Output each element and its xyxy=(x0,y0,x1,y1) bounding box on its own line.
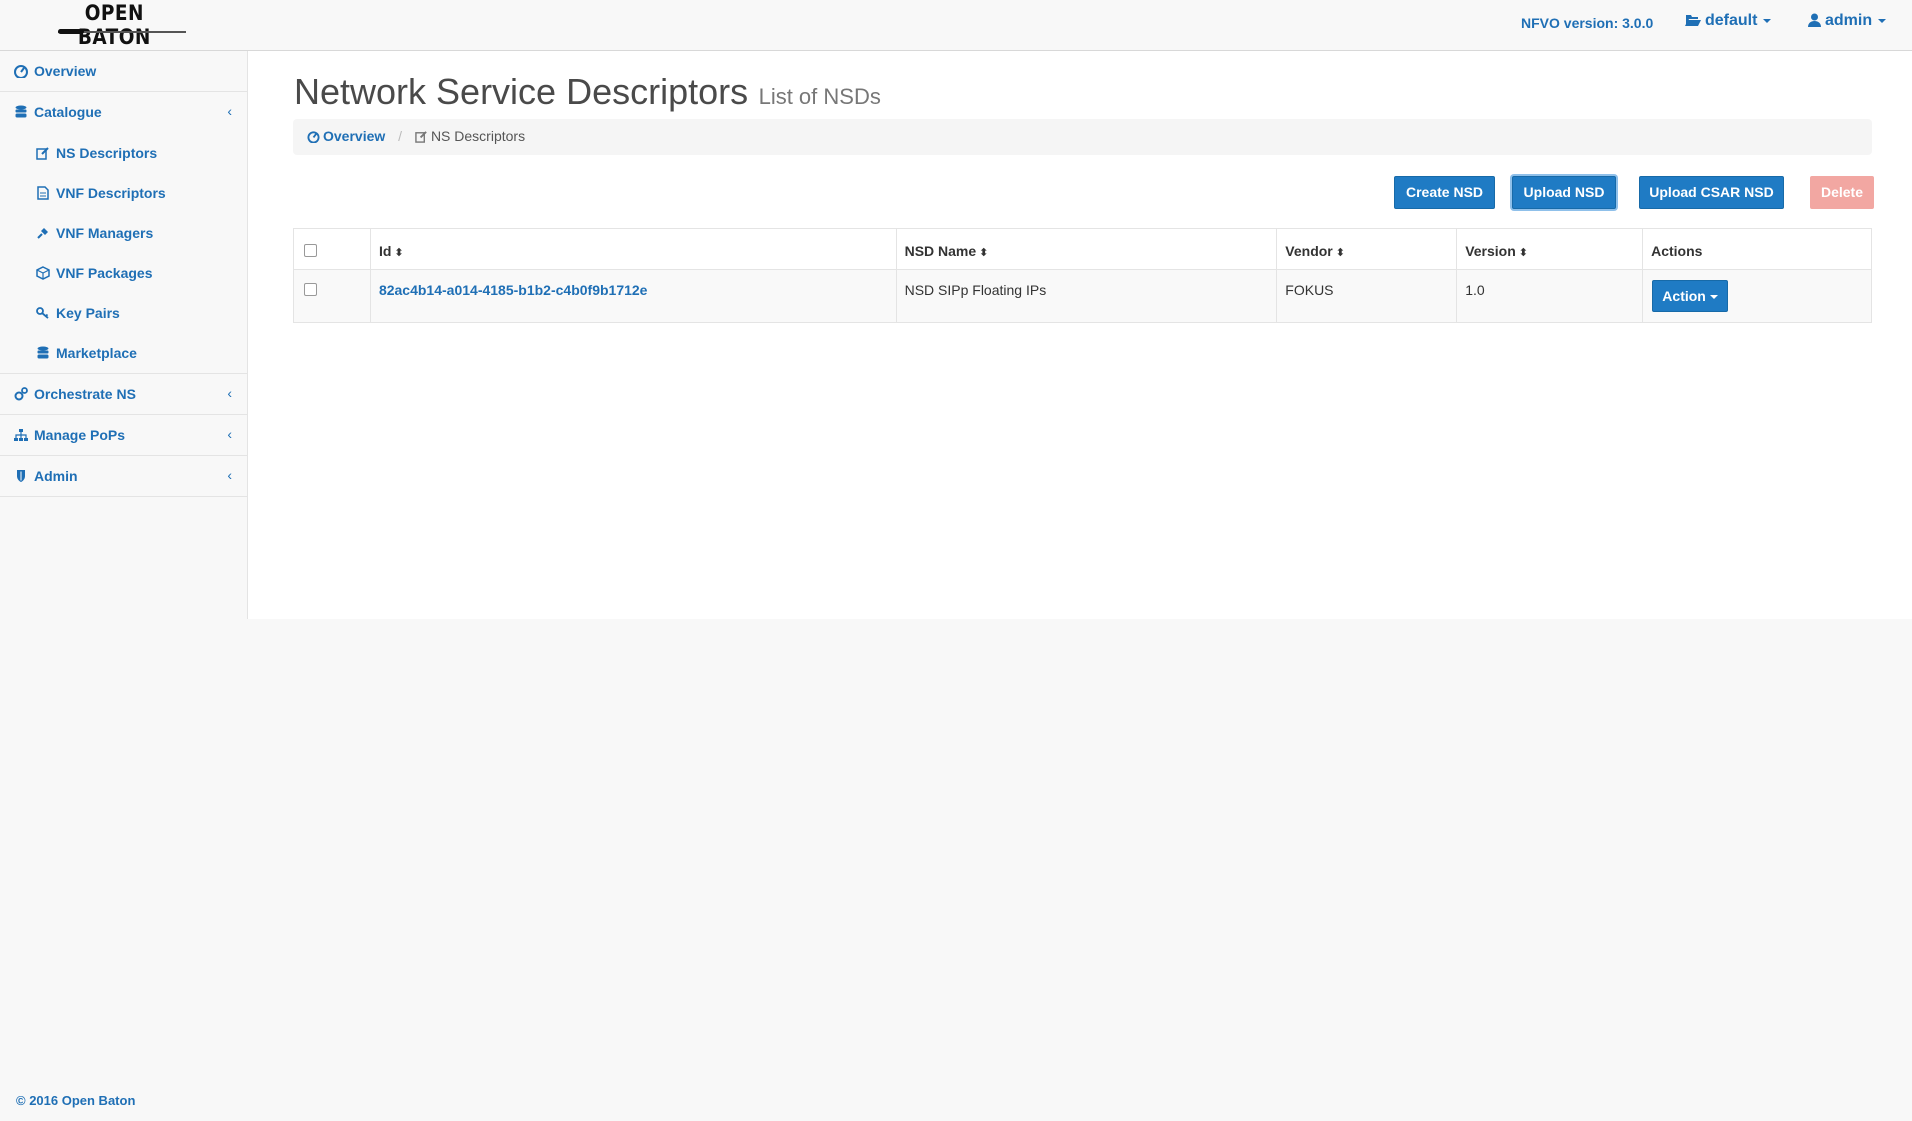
column-header-version[interactable]: Version ⬍ xyxy=(1456,228,1644,270)
column-header-label: NSD Name xyxy=(904,243,977,259)
sidebar-item-label: NS Descriptors xyxy=(56,145,158,161)
row-vendor-cell: FOKUS xyxy=(1276,269,1458,323)
edit-icon xyxy=(36,147,49,160)
catalogue-group: Catalogue ‹ NS Descriptors VNF Descripto… xyxy=(0,92,248,374)
main-content: Network Service Descriptors List of NSDs… xyxy=(247,51,1912,619)
sidebar-item-label: Catalogue xyxy=(34,104,102,120)
database-icon xyxy=(37,346,49,359)
sort-icon: ⬍ xyxy=(1518,247,1528,259)
nsd-table: Id ⬍ NSD Name ⬍ Vendor ⬍ Version ⬍ Actions 8… xyxy=(293,228,1872,323)
select-all-cell xyxy=(293,228,371,270)
brand-logo[interactable]: OPEN BATON xyxy=(58,0,186,49)
action-dropdown-button[interactable]: Action xyxy=(1652,280,1729,312)
project-name: default xyxy=(1705,12,1758,29)
edit-icon xyxy=(415,131,427,143)
sidebar-item-overview[interactable]: Overview xyxy=(0,51,248,92)
sidebar-item-marketplace[interactable]: Marketplace xyxy=(0,333,248,373)
project-dropdown[interactable]: default xyxy=(1685,12,1772,34)
sidebar-item-admin[interactable]: Admin ‹ xyxy=(0,456,248,497)
sidebar-item-ns-descriptors[interactable]: NS Descriptors xyxy=(0,133,248,173)
sidebar: Overview Catalogue ‹ NS Descriptors VNF … xyxy=(0,51,248,497)
sidebar-item-label: Marketplace xyxy=(56,345,137,361)
breadcrumb-current-label: NS Descriptors xyxy=(430,128,526,144)
top-navbar: OPEN BATON NFVO version: 3.0.0 default a… xyxy=(0,0,1912,51)
file-icon xyxy=(37,186,49,200)
key-icon xyxy=(36,307,49,319)
breadcrumb: Overview / NS Descriptors xyxy=(293,119,1872,155)
column-header-vendor[interactable]: Vendor ⬍ xyxy=(1276,228,1458,270)
chevron-left-icon: ‹ xyxy=(227,103,232,119)
caret-down-icon xyxy=(1878,18,1887,23)
plug-icon xyxy=(37,228,48,239)
caret-down-icon xyxy=(1709,295,1718,300)
page-subtitle: List of NSDs xyxy=(758,84,881,109)
select-all-checkbox[interactable] xyxy=(304,244,317,257)
page-header: Network Service Descriptors List of NSDs xyxy=(294,71,881,113)
sidebar-item-manage-pops[interactable]: Manage PoPs ‹ xyxy=(0,415,248,456)
sidebar-item-label: Orchestrate NS xyxy=(34,386,136,402)
dashboard-icon xyxy=(14,65,28,78)
row-checkbox[interactable] xyxy=(304,283,317,296)
sort-icon: ⬍ xyxy=(979,247,989,259)
user-name: admin xyxy=(1825,12,1873,29)
user-icon xyxy=(1808,13,1821,27)
sidebar-item-label: Admin xyxy=(34,468,78,484)
brand-baton-mark xyxy=(58,29,84,34)
upload-csar-nsd-button[interactable]: Upload CSAR NSD xyxy=(1639,176,1784,209)
breadcrumb-overview-link[interactable]: Overview xyxy=(307,128,385,144)
sidebar-item-catalogue[interactable]: Catalogue ‹ xyxy=(0,92,248,133)
footer-copyright[interactable]: © 2016 Open Baton xyxy=(16,1093,135,1108)
sidebar-item-label: VNF Packages xyxy=(56,265,153,281)
delete-button[interactable]: Delete xyxy=(1810,176,1874,209)
sidebar-item-label: Key Pairs xyxy=(56,305,120,321)
column-header-nsd-name[interactable]: NSD Name ⬍ xyxy=(895,228,1278,270)
sidebar-item-vnf-descriptors[interactable]: VNF Descriptors xyxy=(0,173,248,213)
column-header-label: Vendor xyxy=(1285,243,1333,259)
sidebar-item-orchestrate-ns[interactable]: Orchestrate NS ‹ xyxy=(0,374,248,415)
nfvo-version-label: NFVO version: 3.0.0 xyxy=(1521,15,1654,31)
shield-icon xyxy=(17,470,25,482)
breadcrumb-current: NS Descriptors xyxy=(415,128,525,144)
row-id-cell: 82ac4b14-a014-4185-b1b2-c4b0f9b1712e xyxy=(369,269,897,323)
upload-nsd-button[interactable]: Upload NSD xyxy=(1512,176,1616,209)
sort-icon: ⬍ xyxy=(1335,247,1345,259)
column-header-id[interactable]: Id ⬍ xyxy=(369,228,897,270)
create-nsd-button[interactable]: Create NSD xyxy=(1394,176,1495,209)
column-header-actions: Actions xyxy=(1642,228,1872,270)
user-dropdown[interactable]: admin xyxy=(1808,12,1887,34)
brand-text: OPEN BATON xyxy=(77,1,151,49)
row-select-cell xyxy=(293,269,371,323)
row-name-cell: NSD SIPp Floating IPs xyxy=(895,269,1278,323)
sidebar-item-label: VNF Managers xyxy=(56,225,154,241)
table-header-row: Id ⬍ NSD Name ⬍ Vendor ⬍ Version ⬍ Actions xyxy=(293,228,1872,270)
column-header-label: Id xyxy=(378,243,392,259)
chevron-left-icon: ‹ xyxy=(227,426,232,442)
dashboard-icon xyxy=(307,131,320,144)
sort-icon: ⬍ xyxy=(394,247,404,259)
action-label: Action xyxy=(1662,288,1706,304)
sidebar-item-label: Manage PoPs xyxy=(34,427,126,443)
breadcrumb-overview-label: Overview xyxy=(323,128,386,144)
sitemap-icon xyxy=(14,429,28,441)
column-header-label: Version xyxy=(1465,243,1516,259)
nsd-id-link[interactable]: 82ac4b14-a014-4185-b1b2-c4b0f9b1712e xyxy=(379,282,648,298)
folder-open-icon xyxy=(1685,15,1701,26)
row-actions-cell: Action xyxy=(1642,269,1872,323)
chevron-left-icon: ‹ xyxy=(227,385,232,401)
sidebar-item-label: VNF Descriptors xyxy=(56,185,166,201)
sidebar-item-key-pairs[interactable]: Key Pairs xyxy=(0,293,248,333)
table-row: 82ac4b14-a014-4185-b1b2-c4b0f9b1712e NSD… xyxy=(293,269,1872,323)
database-icon xyxy=(15,105,27,118)
breadcrumb-separator: / xyxy=(398,128,403,144)
page-title: Network Service Descriptors xyxy=(294,71,749,112)
sidebar-item-vnf-packages[interactable]: VNF Packages xyxy=(0,253,248,293)
cube-icon xyxy=(36,266,50,280)
sidebar-item-vnf-managers[interactable]: VNF Managers xyxy=(0,213,248,253)
cogs-icon xyxy=(14,387,28,401)
sidebar-item-label: Overview xyxy=(34,63,97,79)
row-version-cell: 1.0 xyxy=(1456,269,1644,323)
caret-down-icon xyxy=(1763,18,1772,23)
chevron-left-icon: ‹ xyxy=(227,467,232,483)
